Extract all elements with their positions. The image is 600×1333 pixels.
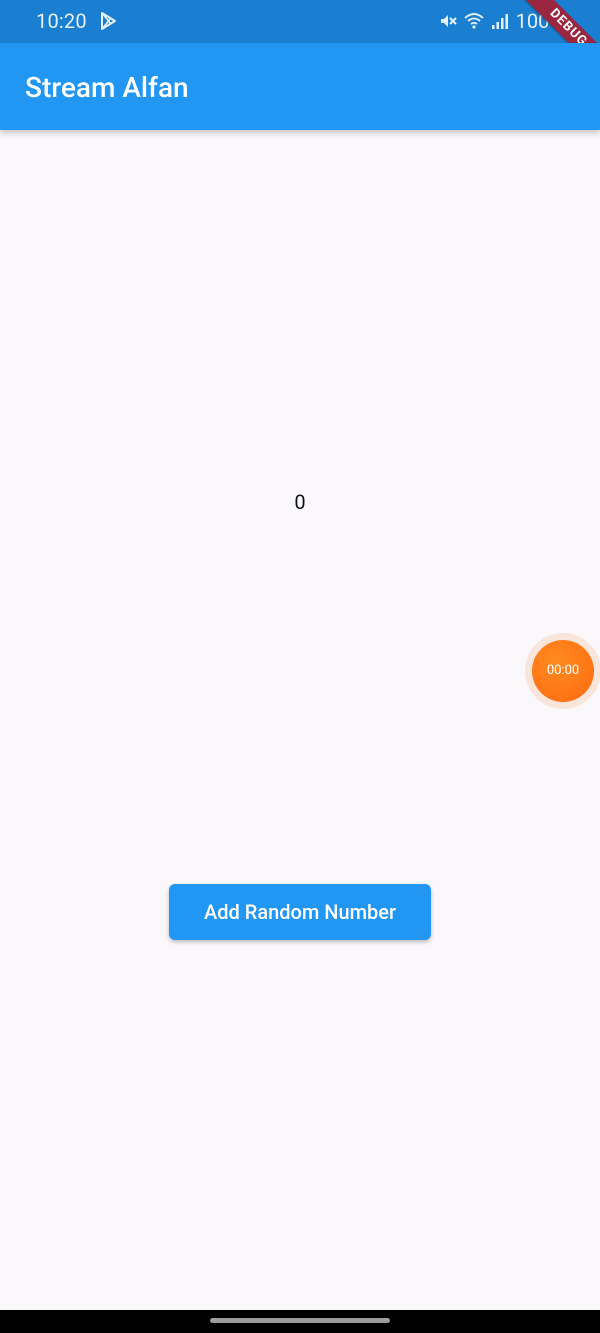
mute-icon bbox=[440, 15, 457, 27]
wifi-icon bbox=[464, 13, 484, 29]
add-random-number-button[interactable]: Add Random Number bbox=[169, 884, 431, 940]
status-time: 10:20 bbox=[36, 9, 87, 33]
home-indicator[interactable] bbox=[210, 1318, 390, 1323]
app-title: Stream Alfan bbox=[25, 71, 189, 104]
counter-value: 0 bbox=[294, 490, 306, 514]
signal-icon bbox=[491, 14, 508, 29]
recording-timer: 00:00 bbox=[532, 640, 594, 702]
play-store-icon bbox=[101, 12, 116, 30]
app-bar: Stream Alfan bbox=[0, 43, 600, 130]
screen-recorder-bubble[interactable]: 00:00 bbox=[525, 633, 600, 709]
